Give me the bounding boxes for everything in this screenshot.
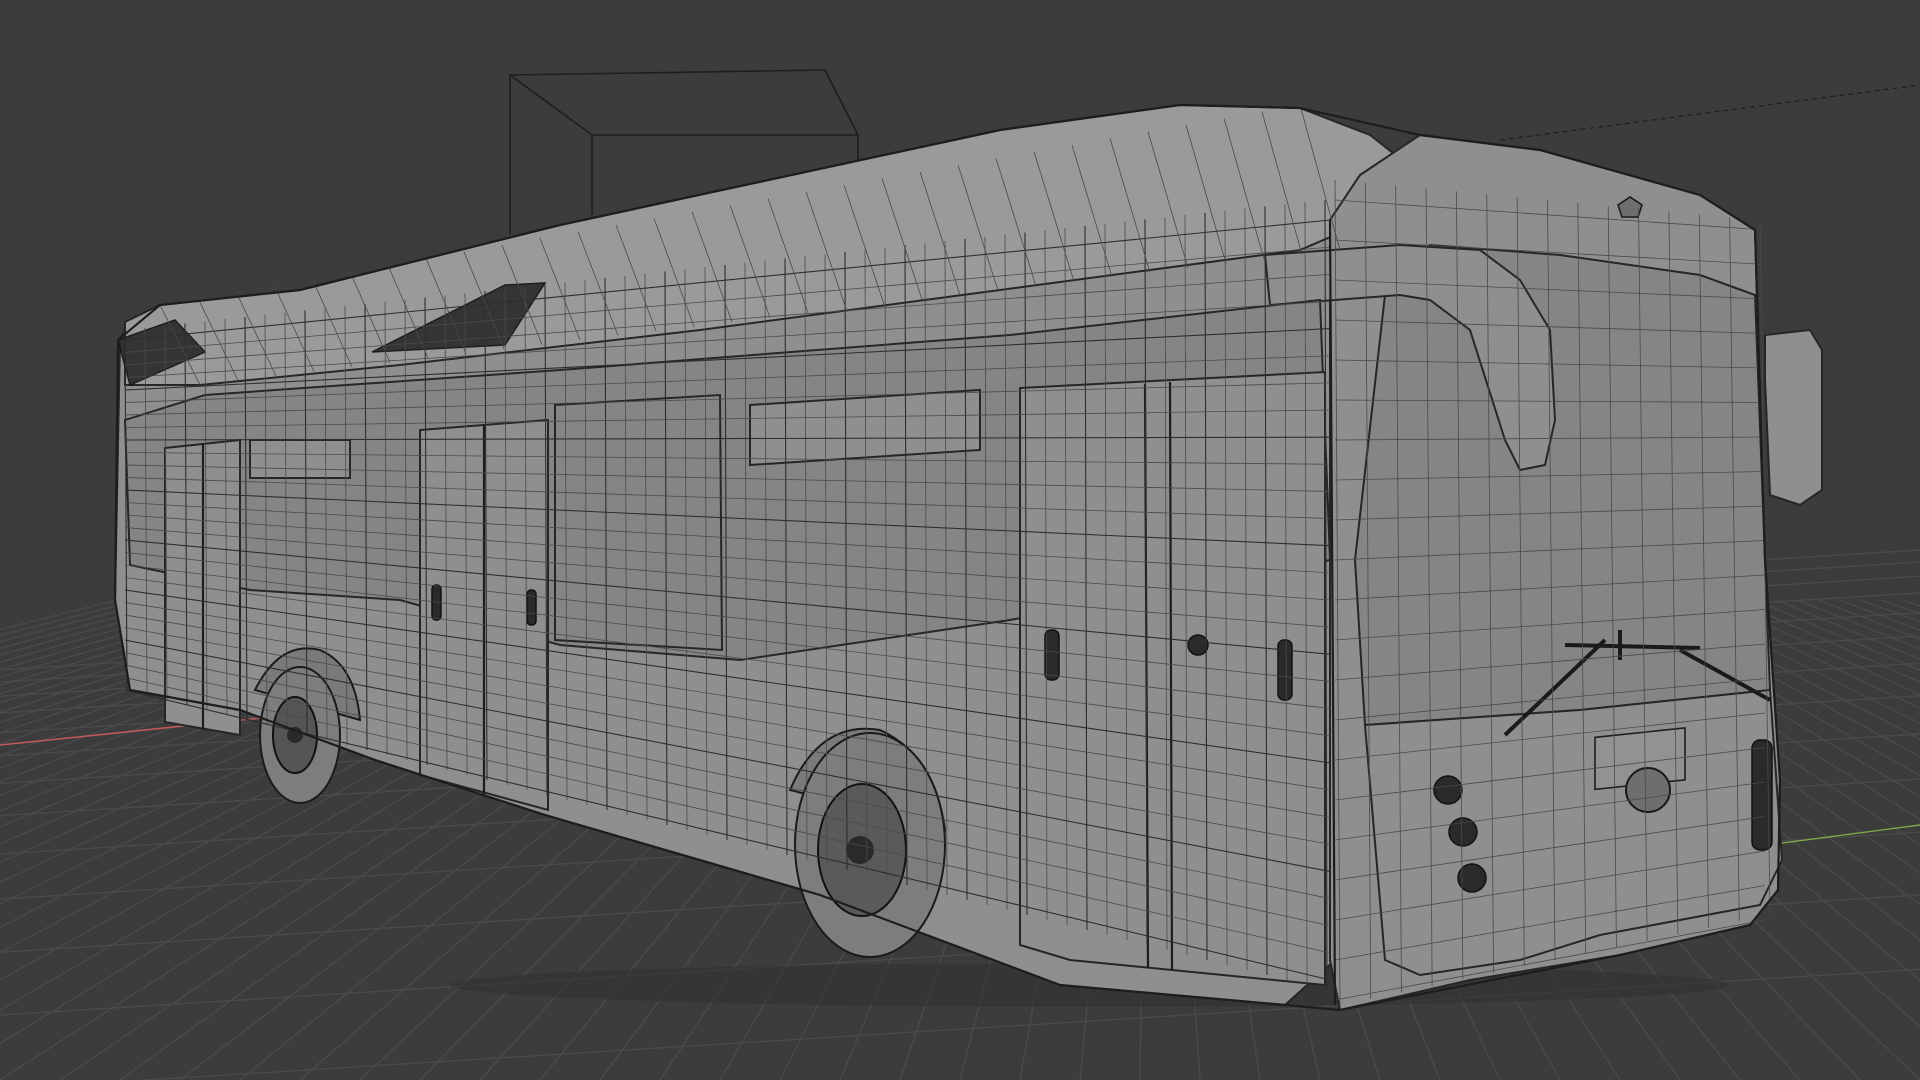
grid-line xyxy=(1839,599,1920,631)
grid-line xyxy=(1902,599,1920,607)
bus-rear-window xyxy=(1353,243,1772,727)
3d-viewport[interactable] xyxy=(0,0,1920,1080)
light-direction-line xyxy=(1499,84,1920,141)
bus-door-middle[interactable] xyxy=(419,418,549,812)
front-wheel xyxy=(794,732,946,958)
upper-window-front xyxy=(249,439,351,479)
side-window-large xyxy=(554,393,724,652)
rear-wheel xyxy=(259,666,341,804)
viewport-canvas[interactable] xyxy=(0,0,1920,1080)
side-mirror xyxy=(1764,328,1823,507)
bus-emblem-icon xyxy=(1625,767,1671,813)
bus-mesh[interactable] xyxy=(113,103,1823,1012)
grid-line xyxy=(1881,599,1920,615)
